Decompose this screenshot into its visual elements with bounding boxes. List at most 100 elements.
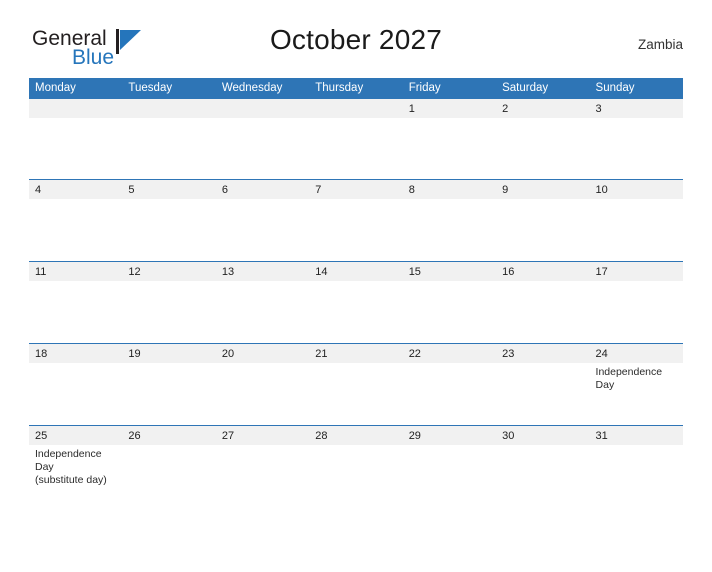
week-row: 18 19 20 21 22 23 24 Independence Day [29,343,683,425]
day-cell-date[interactable]: 2 [496,99,589,118]
weekday-monday: Monday [35,82,76,94]
weekday-tuesday: Tuesday [128,82,173,94]
day-events [496,281,589,284]
day-cell-date[interactable]: 27 [216,426,309,445]
week-row: 4 5 6 7 8 9 10 [29,179,683,261]
day-events [29,281,122,284]
day-events [122,118,215,121]
day-cell-date[interactable]: 21 [309,344,402,363]
day-events [216,118,309,121]
day-cell-date[interactable]: 26 [122,426,215,445]
day-events [496,363,589,392]
week-row: 25 26 27 28 29 30 31 Independence Day (s… [29,425,683,514]
day-cell-date[interactable]: 9 [496,180,589,199]
weekday-header-row: Monday Tuesday Wednesday Thursday Friday… [29,78,683,99]
day-cell-date[interactable]: 23 [496,344,589,363]
day-cell-date[interactable]: 25 [29,426,122,445]
day-cell-date[interactable]: 4 [29,180,122,199]
calendar-grid: Monday Tuesday Wednesday Thursday Friday… [29,78,683,514]
day-cell-date[interactable]: 30 [496,426,589,445]
day-cell-date[interactable] [122,99,215,118]
day-cell-date[interactable] [29,99,122,118]
day-cell-date[interactable]: 10 [590,180,683,199]
country-label: Zambia [637,37,683,52]
day-events [403,118,496,121]
day-events [216,281,309,284]
page-title: October 2027 [269,24,443,55]
day-events [590,199,683,202]
date-number-band: 25 26 27 28 29 30 31 [29,426,683,445]
day-events [309,118,402,121]
events-band: Independence Day [29,363,683,392]
weekday-saturday: Saturday [502,82,549,94]
day-events [122,363,215,392]
day-events [29,199,122,202]
day-events [122,281,215,284]
day-cell-date[interactable]: 7 [309,180,402,199]
day-events [309,445,402,487]
day-events [403,363,496,392]
day-events [590,118,683,121]
day-events [309,281,402,284]
day-events [216,445,309,487]
calendar-page: General Blue October 2027 Zambia Monday … [0,22,712,572]
week-row: 1 2 3 [29,99,683,179]
weekday-thursday: Thursday [315,82,364,94]
day-cell-date[interactable]: 22 [403,344,496,363]
day-cell-date[interactable]: 20 [216,344,309,363]
day-cell-date[interactable]: 24 [590,344,683,363]
weekday-wednesday: Wednesday [221,82,283,94]
day-cell-date[interactable]: 15 [403,262,496,281]
day-events [309,363,402,392]
day-events [122,445,215,487]
day-events [496,118,589,121]
events-band [29,281,683,284]
day-events [216,199,309,202]
date-number-band: 4 5 6 7 8 9 10 [29,180,683,199]
day-cell-date[interactable]: 31 [590,426,683,445]
date-number-band: 18 19 20 21 22 23 24 [29,344,683,363]
day-cell-date[interactable] [309,99,402,118]
day-events [29,118,122,121]
day-events [590,445,683,487]
event-text: Independence Day [595,366,663,391]
day-cell-date[interactable]: 6 [216,180,309,199]
page-header: General Blue October 2027 Zambia [29,22,683,74]
day-cell-date[interactable]: 13 [216,262,309,281]
events-band: Independence Day (substitute day) [29,445,683,487]
day-cell-date[interactable]: 8 [403,180,496,199]
weekday-friday: Friday [408,82,441,94]
date-number-band: 11 12 13 14 15 16 17 [29,262,683,281]
event-text: Independence Day (substitute day) [35,448,107,486]
day-events [309,199,402,202]
day-events [29,363,122,392]
day-events [122,199,215,202]
week-row: 11 12 13 14 15 16 17 [29,261,683,343]
day-cell-date[interactable]: 3 [590,99,683,118]
day-events [496,199,589,202]
day-cell-date[interactable] [216,99,309,118]
day-events [216,363,309,392]
events-band [29,118,683,121]
day-cell-date[interactable]: 16 [496,262,589,281]
day-events: Independence Day [590,363,683,392]
day-cell-date[interactable]: 5 [122,180,215,199]
day-cell-date[interactable]: 18 [29,344,122,363]
day-cell-date[interactable]: 28 [309,426,402,445]
day-events [590,281,683,284]
date-number-band: 1 2 3 [29,99,683,118]
day-cell-date[interactable]: 12 [122,262,215,281]
day-events [403,199,496,202]
day-events: Independence Day (substitute day) [29,445,122,487]
day-cell-date[interactable]: 19 [122,344,215,363]
day-cell-date[interactable]: 17 [590,262,683,281]
day-events [403,445,496,487]
events-band [29,199,683,202]
day-events [403,281,496,284]
day-events [496,445,589,487]
day-cell-date[interactable]: 29 [403,426,496,445]
weekday-sunday: Sunday [595,82,635,94]
day-cell-date[interactable]: 1 [403,99,496,118]
day-cell-date[interactable]: 11 [29,262,122,281]
day-cell-date[interactable]: 14 [309,262,402,281]
